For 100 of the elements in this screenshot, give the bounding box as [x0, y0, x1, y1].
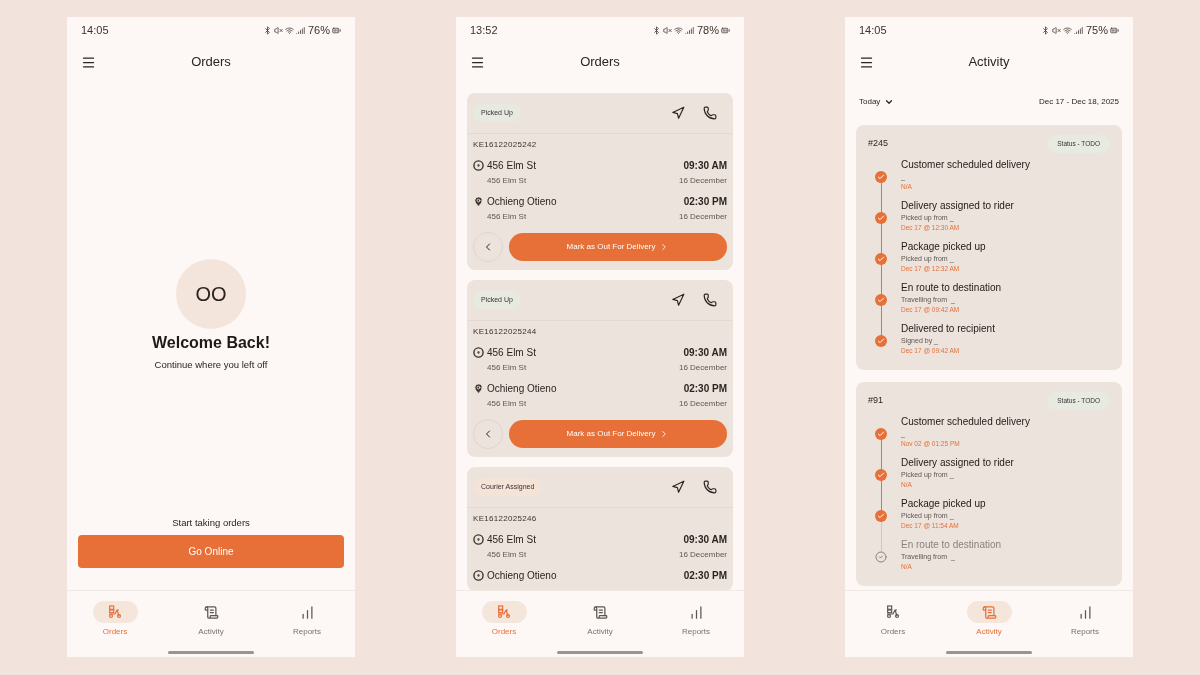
location-pin-icon [473, 196, 484, 207]
delivery-number: #245 [868, 137, 889, 151]
stop-date: 16 December [678, 549, 727, 561]
bar-chart-icon [688, 604, 704, 620]
navigate-button[interactable] [671, 480, 685, 494]
signal-icon [684, 25, 694, 35]
navigate-button[interactable] [671, 293, 685, 307]
stop-date: 16 December [678, 211, 727, 223]
call-button[interactable] [703, 480, 717, 494]
welcome-subheading: Continue where you left off [154, 358, 268, 372]
order-id: KE16122025244 [473, 326, 538, 338]
call-button[interactable] [703, 293, 717, 307]
mark-out-for-delivery-button[interactable]: Mark as Out For Delivery [509, 420, 727, 448]
wifi-icon [1062, 25, 1072, 35]
stop-address: 456 Elm St [487, 398, 527, 410]
stop-address: 456 Elm St [487, 175, 527, 187]
stop-date: 16 December [678, 362, 727, 374]
stop-time: 09:30 AM [683, 533, 727, 547]
battery-icon [1110, 25, 1119, 35]
scooter-icon [885, 604, 901, 620]
nav-tab[interactable]: Reports [272, 601, 342, 638]
wifi-icon [284, 25, 294, 35]
pickup-icon [473, 160, 484, 171]
stop-address: 456 Elm St [487, 549, 527, 561]
signal-icon [295, 25, 305, 35]
location-pin-icon [473, 383, 484, 394]
status-time: 14:05 [81, 22, 109, 38]
stop-address: 456 Elm St [487, 362, 527, 374]
step-title: Delivered to recipient [901, 321, 995, 335]
stop-time: 02:30 PM [683, 382, 727, 396]
stop-date: 16 December [678, 175, 727, 187]
stop-time: 02:30 PM [683, 195, 727, 209]
battery-percent: 78% [696, 22, 719, 38]
bluetooth-icon [262, 25, 272, 35]
step-title: En route to destination [901, 280, 1002, 294]
bluetooth-icon [651, 25, 661, 35]
stop-name: Ochieng Otieno [487, 382, 557, 396]
pickup-icon [473, 347, 484, 358]
avatar-initials: OO [195, 282, 227, 307]
nav-tab[interactable]: Orders [469, 601, 539, 638]
navigate-button[interactable] [671, 106, 685, 120]
battery-percent: 75% [1085, 22, 1108, 38]
chevron-down-icon [884, 97, 895, 107]
bar-chart-icon [1077, 604, 1093, 620]
receipt-icon [592, 604, 608, 620]
scooter-icon [107, 604, 123, 620]
status-time: 13:52 [470, 22, 498, 38]
stop-name: Ochieng Otieno [487, 195, 557, 209]
battery-icon [332, 25, 341, 35]
step-title: Package picked up [901, 496, 986, 510]
stop-name: 456 Elm St [487, 159, 536, 173]
stop-time: 09:30 AM [683, 159, 727, 173]
mute-icon [273, 25, 283, 35]
mute-icon [662, 25, 672, 35]
delivery-number: #91 [868, 393, 884, 407]
go-online-button[interactable]: Go Online [78, 535, 344, 568]
stop-name: 456 Elm St [487, 346, 536, 360]
pickup-icon [473, 570, 484, 581]
mark-out-for-delivery-button[interactable]: Mark as Out For Delivery [509, 233, 727, 261]
scooter-icon [496, 604, 512, 620]
receipt-icon [981, 604, 997, 620]
prompt-text: Start taking orders [172, 515, 250, 530]
nav-tab[interactable]: Reports [661, 601, 731, 638]
step-title: En route to destination [901, 537, 1002, 551]
battery-icon [721, 25, 730, 35]
stop-name: Ochieng Otieno [487, 569, 557, 583]
welcome-heading: Welcome Back! [152, 333, 270, 353]
period-dropdown[interactable]: Today [859, 96, 895, 108]
step-title: Package picked up [901, 239, 986, 253]
nav-tab[interactable]: Orders [858, 601, 928, 638]
signal-icon [1073, 25, 1083, 35]
battery-percent: 76% [307, 22, 330, 38]
step-title: Delivery assigned to rider [901, 198, 1014, 212]
nav-tab[interactable]: Activity [565, 601, 635, 638]
bar-chart-icon [299, 604, 315, 620]
nav-tab[interactable]: Reports [1050, 601, 1120, 638]
stop-date: 16 December [678, 398, 727, 410]
nav-tab[interactable]: Orders [80, 601, 150, 638]
screen-title: Activity [968, 53, 1010, 72]
bluetooth-icon [1040, 25, 1050, 35]
step-title: Customer scheduled delivery [901, 414, 1030, 428]
order-id: KE16122025246 [473, 513, 538, 525]
stop-address: 456 Elm St [487, 211, 527, 223]
status-time: 14:05 [859, 22, 887, 38]
stop-time: 02:30 PM [683, 569, 727, 583]
step-title: Delivery assigned to rider [901, 455, 1014, 469]
stop-name: 456 Elm St [487, 533, 536, 547]
screen-title: Orders [191, 53, 231, 72]
call-button[interactable] [703, 106, 717, 120]
date-range: Dec 17 - Dec 18, 2025 [1038, 96, 1119, 108]
mute-icon [1051, 25, 1061, 35]
pickup-icon [473, 534, 484, 545]
wifi-icon [673, 25, 683, 35]
order-id: KE16122025242 [473, 139, 538, 151]
step-title: Customer scheduled delivery [901, 157, 1030, 171]
screen-title: Orders [580, 53, 620, 72]
stop-time: 09:30 AM [683, 346, 727, 360]
receipt-icon [203, 604, 219, 620]
nav-tab[interactable]: Activity [954, 601, 1024, 638]
nav-tab[interactable]: Activity [176, 601, 246, 638]
